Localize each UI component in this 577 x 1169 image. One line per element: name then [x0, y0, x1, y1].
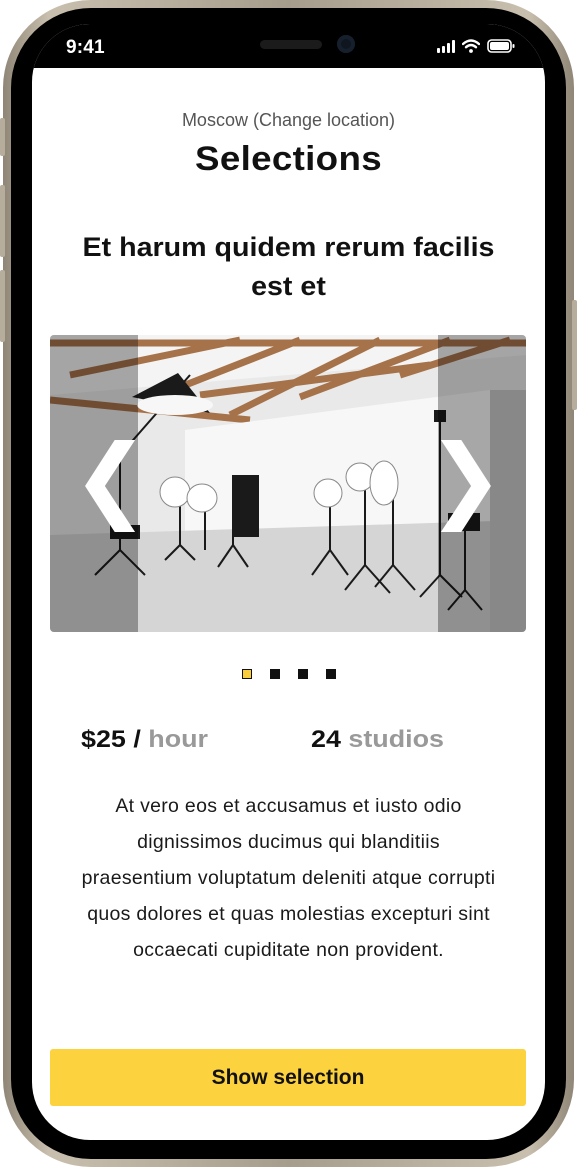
pagination-dot[interactable]: [269, 669, 280, 679]
price-unit: hour: [148, 726, 208, 753]
selection-headline: Et harum quidem rerum facilis est et: [82, 232, 495, 301]
page-title: Selections: [195, 140, 382, 178]
chevron-left-icon[interactable]: ❮: [72, 433, 149, 525]
show-selection-button[interactable]: Show selection: [50, 1049, 526, 1106]
status-bar: 9:41: [32, 24, 545, 68]
signal-icon: [437, 40, 455, 53]
front-camera: [337, 35, 355, 53]
price-separator: /: [125, 726, 149, 753]
power-button: [572, 300, 577, 410]
volume-up-button: [0, 185, 5, 257]
pagination-dot[interactable]: [325, 669, 336, 679]
selection-stats: $25 / hour 24 studios: [32, 726, 545, 758]
price-value: $25: [81, 726, 126, 753]
volume-down-button: [0, 270, 5, 342]
status-icons: [437, 39, 515, 53]
studios-label: studios: [348, 726, 444, 753]
price: $25 / hour: [81, 726, 208, 754]
speaker-grille: [260, 40, 322, 49]
selection-description: At vero eos et accusamus et iusto odio d…: [81, 795, 496, 961]
pagination-dot[interactable]: [297, 669, 308, 679]
studios-number: 24: [311, 726, 341, 753]
carousel-pagination: [32, 669, 545, 679]
battery-icon: [487, 39, 515, 53]
status-time: 9:41: [66, 37, 105, 58]
wifi-icon: [462, 39, 480, 53]
studios-count: 24 studios: [311, 726, 444, 754]
mute-switch: [0, 118, 5, 156]
chevron-right-icon[interactable]: ❯: [427, 433, 504, 525]
pagination-dot[interactable]: [241, 669, 252, 679]
app-screen: 9:41 Moscow (Change location) Selections…: [32, 24, 545, 1140]
studio-photo-carousel[interactable]: ❮ ❯: [50, 335, 526, 632]
location-link[interactable]: Moscow (Change location): [32, 110, 545, 131]
